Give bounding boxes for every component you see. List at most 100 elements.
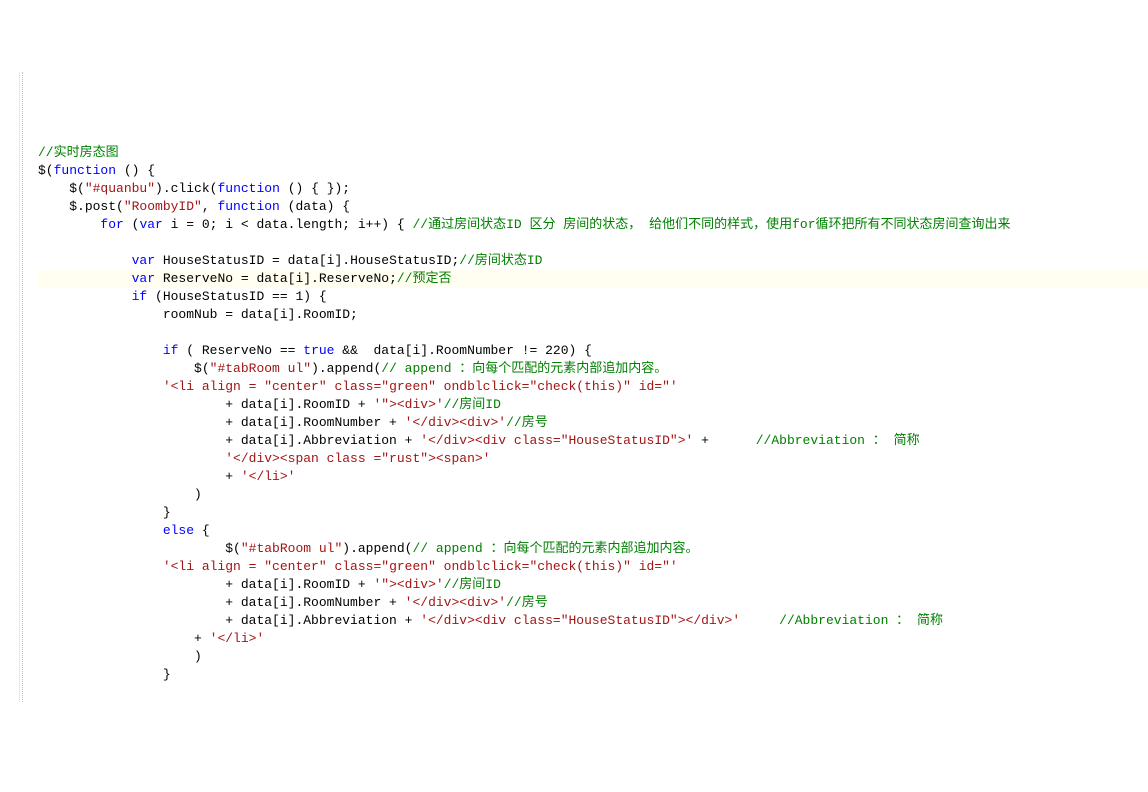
keyword-token: function <box>217 181 279 196</box>
string-token: "#quanbu" <box>85 181 155 196</box>
keyword-token: var <box>139 217 162 232</box>
comment-token: // append ：向每个匹配的元素内部追加内容。 <box>412 541 698 556</box>
text-token: , <box>202 199 218 214</box>
text-token: + data[i].Abbreviation + <box>225 433 420 448</box>
comment-token: //房号 <box>506 415 548 430</box>
text-token: () { <box>116 163 155 178</box>
keyword-token: var <box>132 253 155 268</box>
code-line[interactable]: + data[i].Abbreviation + '</div><div cla… <box>38 612 1148 630</box>
code-line[interactable] <box>38 324 1148 342</box>
text-token: $( <box>225 541 241 556</box>
code-line[interactable]: if ( ReserveNo == true && data[i].RoomNu… <box>38 342 1148 360</box>
code-line[interactable]: + data[i].Abbreviation + '</div><div cla… <box>38 432 1148 450</box>
text-token: + <box>225 469 241 484</box>
code-line[interactable]: + data[i].RoomID + '"><div>'//房间ID <box>38 576 1148 594</box>
string-token: '</div><span class ="rust"><span>' <box>225 451 490 466</box>
code-line[interactable]: roomNub = data[i].RoomID; <box>38 306 1148 324</box>
text-token: ).click( <box>155 181 217 196</box>
code-line[interactable]: + '</li>' <box>38 468 1148 486</box>
code-line[interactable]: + data[i].RoomID + '"><div>'//房间ID <box>38 396 1148 414</box>
string-token: '</div><div class="HouseStatusID">' <box>420 433 693 448</box>
comment-token: //房间ID <box>444 577 501 592</box>
code-line[interactable]: } <box>38 666 1148 684</box>
text-token: + data[i].Abbreviation + <box>225 613 420 628</box>
text-token: } <box>163 505 171 520</box>
code-line[interactable]: + data[i].RoomNumber + '</div><div>'//房号 <box>38 414 1148 432</box>
indent <box>38 469 225 484</box>
code-line[interactable]: } <box>38 504 1148 522</box>
code-line[interactable]: $("#tabRoom ul").append(// append ：向每个匹配… <box>38 360 1148 378</box>
keyword-token: function <box>217 199 279 214</box>
indent <box>38 541 225 556</box>
code-area[interactable]: //实时房态图$(function () { $("#quanbu").clic… <box>38 144 1148 684</box>
text-token: ) <box>194 487 202 502</box>
fold-guide <box>22 72 23 702</box>
code-line[interactable]: for (var i = 0; i < data.length; i++) { … <box>38 216 1148 234</box>
code-line[interactable]: else { <box>38 522 1148 540</box>
indent <box>38 577 225 592</box>
text-token: + <box>693 433 755 448</box>
code-line[interactable]: if (HouseStatusID == 1) { <box>38 288 1148 306</box>
text-token: ).append( <box>342 541 412 556</box>
indent <box>38 307 163 322</box>
code-line[interactable]: $.post("RoombyID", function (data) { <box>38 198 1148 216</box>
code-editor[interactable]: //实时房态图$(function () { $("#quanbu").clic… <box>0 72 1148 702</box>
gutter <box>0 72 20 702</box>
string-token: '</div><div class="HouseStatusID"></div>… <box>420 613 740 628</box>
string-token: '<li align = "center" class="green" ondb… <box>163 379 678 394</box>
text-token: $.post( <box>69 199 124 214</box>
indent <box>38 631 194 646</box>
text-token: } <box>163 667 171 682</box>
comment-token: // append ：向每个匹配的元素内部追加内容。 <box>381 361 667 376</box>
string-token: '"><div>' <box>373 397 443 412</box>
text-token: ) <box>194 649 202 664</box>
indent <box>38 343 163 358</box>
keyword-token: else <box>163 523 194 538</box>
text-token: + data[i].RoomID + <box>225 397 373 412</box>
code-line[interactable]: ) <box>38 486 1148 504</box>
code-line[interactable]: ) <box>38 648 1148 666</box>
text-token <box>740 613 779 628</box>
text-token: ( <box>124 217 140 232</box>
string-token: '</li>' <box>241 469 296 484</box>
code-line[interactable]: '<li align = "center" class="green" ondb… <box>38 378 1148 396</box>
code-line[interactable]: + data[i].RoomNumber + '</div><div>'//房号 <box>38 594 1148 612</box>
text-token: (data) { <box>280 199 350 214</box>
indent <box>38 487 194 502</box>
indent <box>38 613 225 628</box>
code-line[interactable]: '</div><span class ="rust"><span>' <box>38 450 1148 468</box>
code-line[interactable]: //实时房态图 <box>38 144 1148 162</box>
code-line[interactable]: + '</li>' <box>38 630 1148 648</box>
indent <box>38 361 194 376</box>
string-token: '</div><div>' <box>405 595 506 610</box>
keyword-token: if <box>132 289 148 304</box>
text-token: ReserveNo = data[i].ReserveNo; <box>155 271 397 286</box>
indent <box>38 415 225 430</box>
keyword-token: var <box>132 271 155 286</box>
text-token: + data[i].RoomNumber + <box>225 415 404 430</box>
text-token: roomNub = data[i].RoomID; <box>163 307 358 322</box>
text-token: $( <box>69 181 85 196</box>
code-line[interactable]: $("#tabRoom ul").append(// append ：向每个匹配… <box>38 540 1148 558</box>
code-line[interactable]: $("#quanbu").click(function () { }); <box>38 180 1148 198</box>
text-token: + <box>194 631 210 646</box>
indent <box>38 649 194 664</box>
indent <box>38 667 163 682</box>
indent <box>38 595 225 610</box>
code-line[interactable]: var ReserveNo = data[i].ReserveNo;//预定否 <box>38 270 1148 288</box>
code-line[interactable]: $(function () { <box>38 162 1148 180</box>
text-token: + data[i].RoomID + <box>225 577 373 592</box>
comment-token: //房间状态ID <box>459 253 542 268</box>
indent <box>38 181 69 196</box>
code-line[interactable]: var HouseStatusID = data[i].HouseStatusI… <box>38 252 1148 270</box>
indent <box>38 199 69 214</box>
indent <box>38 379 163 394</box>
text-token: i = 0; i < data.length; i++) { <box>163 217 413 232</box>
code-line[interactable]: '<li align = "center" class="green" ondb… <box>38 558 1148 576</box>
comment-token: //房号 <box>506 595 548 610</box>
indent <box>38 271 132 286</box>
comment-token: //Abbreviation ： 简称 <box>779 613 943 628</box>
code-line[interactable] <box>38 234 1148 252</box>
string-token: '<li align = "center" class="green" ondb… <box>163 559 678 574</box>
text-token: ).append( <box>311 361 381 376</box>
